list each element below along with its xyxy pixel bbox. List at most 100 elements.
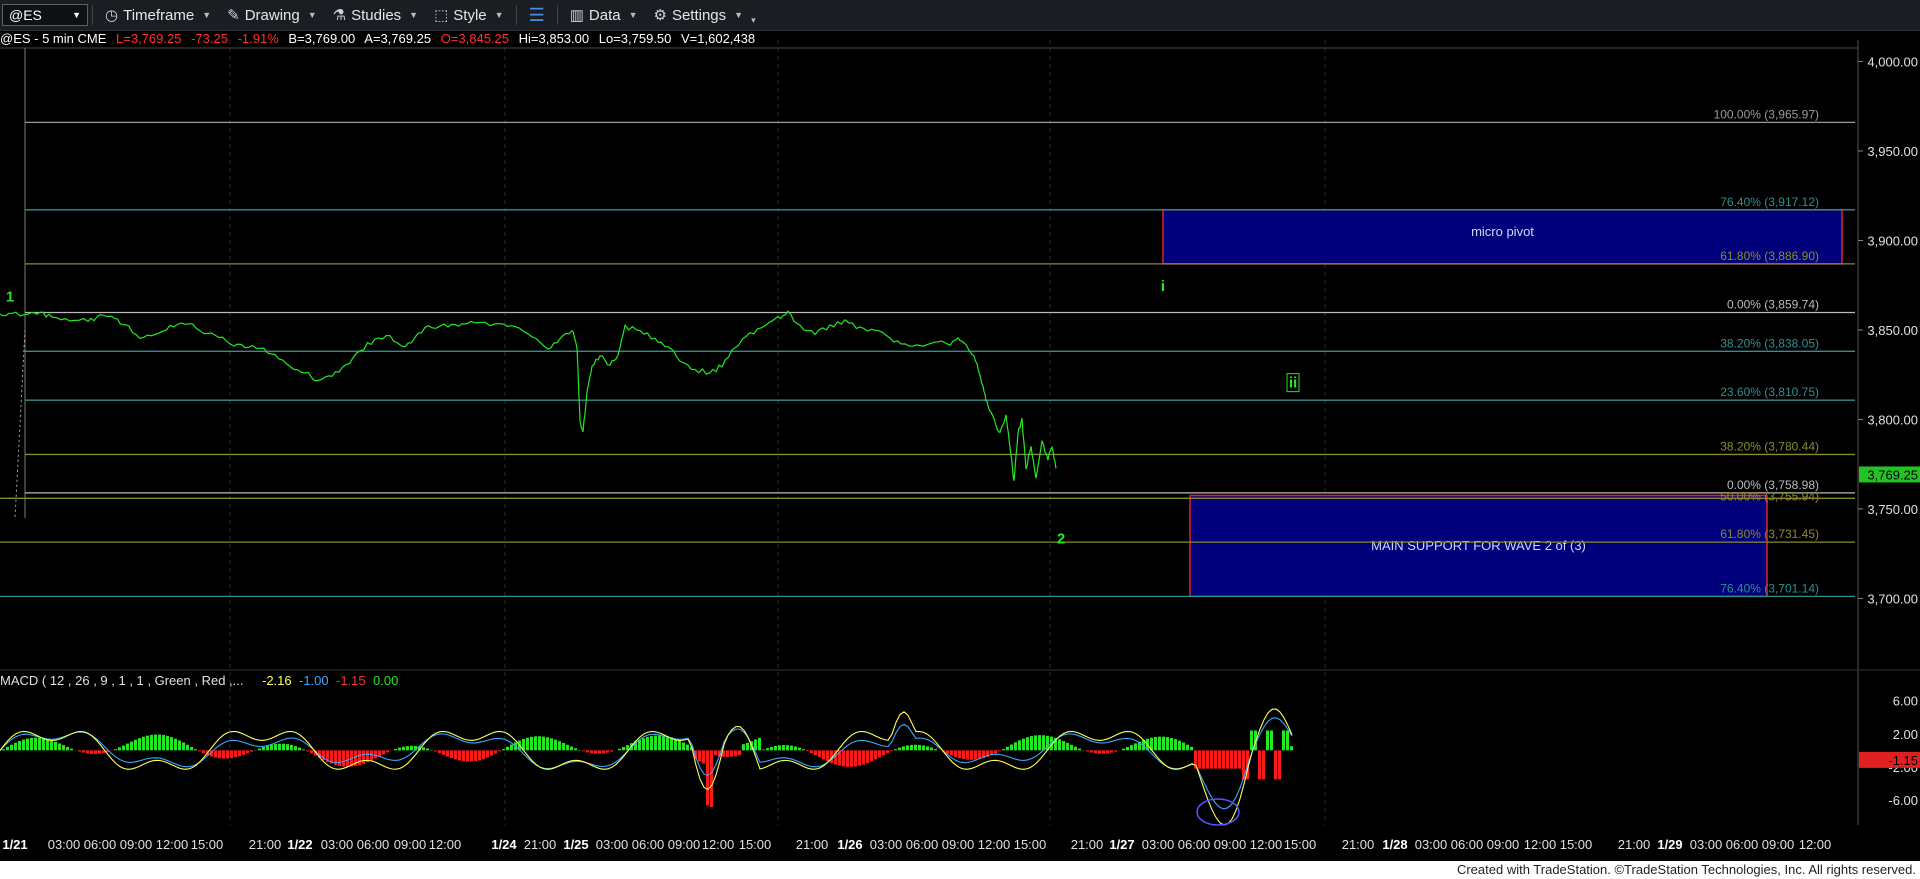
macd-histogram-bar	[378, 750, 381, 757]
time-tick-label: 06:00	[1178, 837, 1211, 852]
macd-histogram-bar	[442, 750, 445, 755]
macd-histogram-bar	[90, 750, 93, 754]
macd-histogram-bar	[66, 746, 69, 751]
macd-histogram-bar	[1014, 742, 1017, 751]
fib-level-label: 61.80% (3,731.45)	[1720, 527, 1819, 541]
macd-histogram-bar	[278, 743, 281, 751]
macd-histogram-bar	[1010, 744, 1013, 751]
macd-histogram-bar	[1218, 750, 1221, 769]
macd-value: 0.00	[373, 673, 398, 688]
macd-histogram-bar	[598, 750, 601, 754]
macd-histogram-bar	[970, 750, 973, 760]
macd-histogram-bar	[458, 750, 461, 761]
macd-histogram-bar	[1126, 746, 1129, 751]
macd-histogram-bar	[282, 743, 285, 751]
macd-histogram-bar	[226, 750, 229, 759]
macd-histogram-bar	[130, 741, 133, 751]
macd-histogram-bar	[374, 750, 377, 759]
net-change: -73.25	[191, 31, 228, 46]
timeframe-button[interactable]: ◷ Timeframe ▼	[97, 0, 219, 30]
macd-histogram-bar	[594, 750, 597, 754]
studies-button[interactable]: ⚗ Studies ▼	[325, 0, 426, 30]
data-button[interactable]: ▥ Data ▼	[562, 0, 646, 30]
macd-histogram-bar	[1058, 739, 1061, 751]
macd-histogram-bar	[698, 750, 701, 762]
drawing-button[interactable]: ✎ Drawing ▼	[219, 0, 325, 30]
macd-histogram-bar	[926, 746, 929, 751]
macd-histogram-bar	[1222, 750, 1225, 769]
macd-histogram-bar	[182, 742, 185, 751]
macd-histogram-bar	[542, 736, 545, 751]
macd-histogram-bar	[1158, 736, 1161, 751]
macd-histogram-bar	[246, 750, 249, 754]
wave-label: 1	[6, 289, 14, 306]
macd-histogram-bar	[850, 750, 853, 767]
style-button[interactable]: ⬚ Style ▼	[426, 0, 511, 30]
symbol-selector[interactable]: @ES ▼	[2, 4, 88, 26]
macd-histogram-bar	[434, 750, 437, 752]
macd-histogram-bar	[754, 739, 757, 751]
time-axis: 1/21 03:00 06:00 09:00 12:00 15:00 21:00 1/22 03…	[0, 826, 1920, 853]
macd-histogram-bar	[582, 750, 585, 752]
macd-histogram-bar	[854, 750, 857, 767]
settings-button[interactable]: ⚙ Settings ▼ ▾	[646, 0, 764, 30]
macd-histogram-bar	[1134, 743, 1137, 751]
macd-histogram-bar	[170, 737, 173, 751]
price-tick-label: 3,950.00	[1867, 144, 1918, 159]
macd-histogram-bar	[62, 745, 65, 751]
macd-histogram-bar	[1114, 750, 1117, 752]
macd-histogram-bar	[782, 745, 785, 751]
macd-histogram-bar	[930, 747, 933, 751]
style-label: Style	[453, 6, 487, 24]
macd-histogram-bar	[382, 750, 385, 755]
macd-histogram-bar	[822, 750, 825, 760]
settings-label: Settings	[671, 6, 727, 24]
macd-histogram-bar	[1122, 748, 1125, 751]
toolbar-divider	[556, 5, 558, 25]
time-tick-label: 12:00	[156, 837, 189, 852]
macd-histogram-bar	[806, 750, 809, 751]
macd-histogram-bar	[710, 750, 713, 807]
macd-histogram-bar	[1202, 750, 1205, 769]
time-tick-label: 09:00	[668, 837, 701, 852]
time-tick-label: 12:00	[702, 837, 735, 852]
macd-histogram-bar	[222, 750, 225, 759]
time-tick-label: 15:00	[1014, 837, 1047, 852]
macd-histogram-bar	[706, 750, 709, 806]
macd-histogram-bar	[454, 750, 457, 760]
macd-histogram-bar	[174, 738, 177, 751]
macd-histogram-bar	[874, 750, 877, 760]
macd-histogram-bar	[2, 749, 5, 751]
macd-histogram-bar	[770, 746, 773, 751]
macd-histogram-bar	[686, 744, 689, 751]
macd-histogram-bar	[726, 750, 729, 757]
macd-histogram-bar	[42, 738, 45, 751]
macd-histogram-bar	[498, 750, 501, 752]
macd-histogram-bar	[58, 743, 61, 751]
macd-histogram-bar	[142, 736, 145, 751]
fib-level-label: 76.40% (3,701.14)	[1720, 581, 1819, 595]
macd-histogram-bar	[842, 750, 845, 767]
macd-histogram-bar	[550, 738, 553, 751]
macd-histogram-bar	[1174, 739, 1177, 751]
macd-last-label: -1.15	[1888, 753, 1918, 768]
macd-histogram-bar	[1162, 736, 1165, 751]
macd-histogram-bar	[1266, 730, 1269, 751]
pencil-icon: ✎	[227, 7, 240, 24]
chevron-down-icon: ▼	[494, 10, 504, 20]
layout-button[interactable]: ☰	[521, 0, 553, 30]
macd-histogram-bar	[286, 744, 289, 751]
chevron-down-icon: ▼	[307, 10, 317, 20]
macd-histogram-bar	[310, 750, 313, 754]
macd-histogram-bar	[526, 737, 529, 751]
chart-area[interactable]: micro pivot MAIN SUPPORT FOR WAVE 2 of (3…	[0, 0, 1920, 879]
macd-histogram-bar	[1098, 750, 1101, 754]
macd-histogram-bar	[898, 747, 901, 751]
macd-histogram-bar	[554, 739, 557, 751]
gear-icon: ⚙	[653, 7, 667, 24]
price-tick-label: 3,800.00	[1867, 412, 1918, 427]
macd-histogram-bar	[338, 750, 341, 766]
macd-histogram-bar	[402, 746, 405, 751]
macd-histogram-bar	[1182, 742, 1185, 751]
macd-histogram-bar	[294, 746, 297, 751]
